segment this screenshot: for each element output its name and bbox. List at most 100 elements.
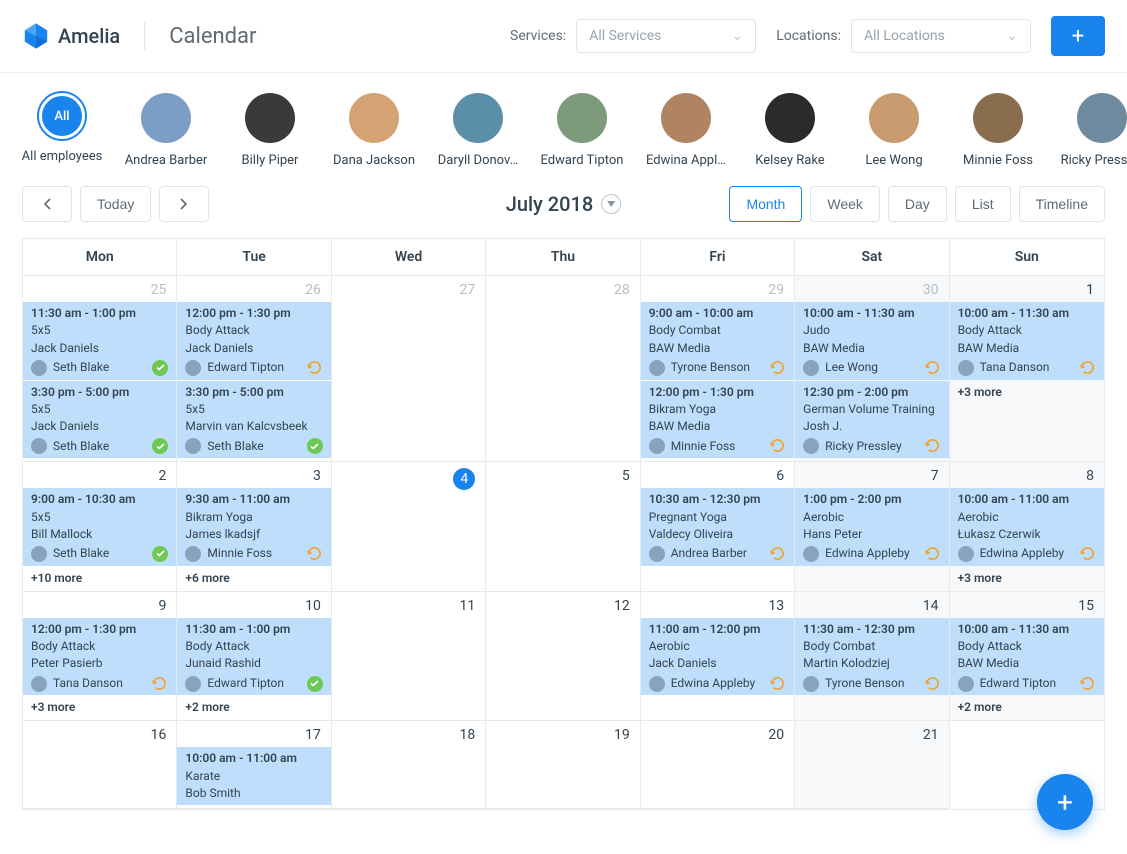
event-time: 1:00 pm - 2:00 pm <box>803 491 940 508</box>
day-cell[interactable]: 71:00 pm - 2:00 pmAerobicHans PeterEdwin… <box>795 462 949 592</box>
more-events-link[interactable]: +10 more <box>23 567 176 589</box>
day-cell[interactable]: 27 <box>332 276 486 462</box>
calendar-event[interactable]: 10:00 am - 11:30 amJudoBAW MediaLee Wong <box>795 302 948 380</box>
calendar-event[interactable]: 12:00 pm - 1:30 pmBody AttackPeter Pasie… <box>23 618 176 696</box>
day-cell[interactable]: 5 <box>486 462 640 592</box>
day-cell[interactable]: 810:00 am - 11:00 amAerobicŁukasz Czerwi… <box>950 462 1104 592</box>
day-cell[interactable]: 3010:00 am - 11:30 amJudoBAW MediaLee Wo… <box>795 276 949 462</box>
employee-filter-minnie[interactable]: Minnie Foss <box>958 93 1038 168</box>
event-service: Body Attack <box>185 322 322 339</box>
employee-filter-edward[interactable]: Edward Tipton <box>542 93 622 168</box>
services-select[interactable]: All Services ⌄ <box>576 19 756 53</box>
more-events-link[interactable]: +2 more <box>950 696 1104 718</box>
employee-filter-edwina[interactable]: Edwina Appl… <box>646 93 726 168</box>
calendar-event[interactable]: 9:00 am - 10:30 am5x5Bill MallockSeth Bl… <box>23 488 176 566</box>
day-cell[interactable]: 19 <box>486 721 640 809</box>
employee-filter-kelsey[interactable]: Kelsey Rake <box>750 93 830 168</box>
more-events-link[interactable]: +3 more <box>950 381 1104 403</box>
day-number: 5 <box>486 462 639 488</box>
more-events-link[interactable]: +3 more <box>950 567 1104 589</box>
month-picker-button[interactable] <box>601 194 621 214</box>
today-button[interactable]: Today <box>80 186 151 222</box>
avatar <box>1077 93 1127 143</box>
view-tab-timeline[interactable]: Timeline <box>1019 186 1105 222</box>
add-button[interactable]: + <box>1051 16 1105 56</box>
calendar-event[interactable]: 10:30 am - 12:30 pmPregnant YogaValdecy … <box>641 488 794 566</box>
locations-select[interactable]: All Locations ⌄ <box>851 19 1031 53</box>
calendar-event[interactable]: 12:30 pm - 2:00 pmGerman Volume Training… <box>795 381 948 459</box>
day-header: Sat <box>795 239 949 276</box>
day-cell[interactable]: 912:00 pm - 1:30 pmBody AttackPeter Pasi… <box>23 592 177 722</box>
employee-filter-billy[interactable]: Billy Piper <box>230 93 310 168</box>
logo[interactable]: Amelia <box>22 22 120 50</box>
day-cell[interactable]: 1311:00 am - 12:00 pmAerobicJack Daniels… <box>641 592 795 722</box>
calendar-event[interactable]: 3:30 pm - 5:00 pm5x5Jack DanielsSeth Bla… <box>23 381 176 459</box>
calendar-event[interactable]: 11:00 am - 12:00 pmAerobicJack DanielsEd… <box>641 618 794 696</box>
day-number: 9 <box>23 592 176 618</box>
locations-label: Locations: <box>776 28 841 44</box>
calendar-event[interactable]: 1:00 pm - 2:00 pmAerobicHans PeterEdwina… <box>795 488 948 566</box>
view-tab-day[interactable]: Day <box>888 186 947 222</box>
fab-add-button[interactable]: + <box>1037 774 1093 830</box>
day-number: 20 <box>641 721 794 747</box>
employee-filter-all[interactable]: AllAll employees <box>22 93 102 168</box>
day-cell[interactable]: 20 <box>641 721 795 809</box>
day-cell[interactable]: 299:00 am - 10:00 amBody CombatBAW Media… <box>641 276 795 462</box>
event-service: Aerobic <box>649 638 786 655</box>
event-time: 10:00 am - 11:30 am <box>958 305 1096 322</box>
avatar <box>958 676 974 692</box>
calendar-event[interactable]: 12:00 pm - 1:30 pmBody AttackJack Daniel… <box>177 302 330 380</box>
attendee-name: Minnie Foss <box>207 545 272 562</box>
day-cell[interactable]: 12 <box>486 592 640 722</box>
day-cell[interactable]: 1510:00 am - 11:30 amBody AttackBAW Medi… <box>950 592 1104 722</box>
view-tab-list[interactable]: List <box>955 186 1011 222</box>
day-cell[interactable]: 18 <box>332 721 486 809</box>
attendee-name: Edwina Appleby <box>980 545 1064 562</box>
view-tab-week[interactable]: Week <box>810 186 880 222</box>
employee-filter-ricky[interactable]: Ricky Pressley <box>1062 93 1127 168</box>
day-cell[interactable]: 4 <box>332 462 486 592</box>
calendar-event[interactable]: 10:00 am - 11:00 amAerobicŁukasz Czerwik… <box>950 488 1104 566</box>
day-cell[interactable]: 1710:00 am - 11:00 amKarateBob Smith <box>177 721 331 809</box>
calendar-event[interactable]: 11:30 am - 12:30 pmBody CombatMartin Kol… <box>795 618 948 696</box>
more-events-link[interactable]: +6 more <box>177 567 330 589</box>
calendar-event[interactable]: 10:00 am - 11:30 amBody AttackBAW MediaE… <box>950 618 1104 696</box>
day-cell[interactable]: 39:30 am - 11:00 amBikram YogaJames lkad… <box>177 462 331 592</box>
avatar <box>973 93 1023 143</box>
calendar-event[interactable]: 9:30 am - 11:00 amBikram YogaJames lkads… <box>177 488 330 566</box>
day-cell[interactable]: 11 <box>332 592 486 722</box>
event-time: 12:30 pm - 2:00 pm <box>803 384 940 401</box>
day-cell[interactable]: 29:00 am - 10:30 am5x5Bill MallockSeth B… <box>23 462 177 592</box>
employee-filter-dana[interactable]: Dana Jackson <box>334 93 414 168</box>
more-events-link[interactable]: +3 more <box>23 696 176 718</box>
day-cell[interactable]: 21 <box>795 721 949 809</box>
calendar-event[interactable]: 10:00 am - 11:00 amKarateBob Smith <box>177 747 330 805</box>
day-cell[interactable]: 2511:30 am - 1:00 pm5x5Jack DanielsSeth … <box>23 276 177 462</box>
day-cell[interactable]: 2612:00 pm - 1:30 pmBody AttackJack Dani… <box>177 276 331 462</box>
calendar-event[interactable]: 11:30 am - 1:00 pm5x5Jack DanielsSeth Bl… <box>23 302 176 380</box>
day-cell[interactable]: 28 <box>486 276 640 462</box>
calendar-event[interactable]: 3:30 pm - 5:00 pm5x5Marvin van Kalcvsbee… <box>177 381 330 459</box>
avatar <box>765 93 815 143</box>
employee-filter-lee[interactable]: Lee Wong <box>854 93 934 168</box>
day-cell[interactable]: 610:30 am - 12:30 pmPregnant YogaValdecy… <box>641 462 795 592</box>
calendar-event[interactable]: 11:30 am - 1:00 pmBody AttackJunaid Rash… <box>177 618 330 696</box>
day-cell[interactable]: 16 <box>23 721 177 809</box>
more-events-link[interactable]: +2 more <box>177 696 330 718</box>
employee-filter-daryll[interactable]: Daryll Donov… <box>438 93 518 168</box>
prev-button[interactable] <box>22 186 72 222</box>
day-cell[interactable]: 1411:30 am - 12:30 pmBody CombatMartin K… <box>795 592 949 722</box>
attendee-name: Seth Blake <box>53 438 109 455</box>
day-cell[interactable]: 110:00 am - 11:30 amBody AttackBAW Media… <box>950 276 1104 462</box>
calendar-event[interactable]: 9:00 am - 10:00 amBody CombatBAW MediaTy… <box>641 302 794 380</box>
avatar <box>869 93 919 143</box>
recurring-icon <box>925 438 940 453</box>
day-cell[interactable]: 1011:30 am - 1:00 pmBody AttackJunaid Ra… <box>177 592 331 722</box>
view-tab-month[interactable]: Month <box>729 186 802 222</box>
next-button[interactable] <box>159 186 209 222</box>
employee-filter-andrea[interactable]: Andrea Barber <box>126 93 206 168</box>
calendar-event[interactable]: 10:00 am - 11:30 amBody AttackBAW MediaT… <box>950 302 1104 380</box>
calendar-event[interactable]: 12:00 pm - 1:30 pmBikram YogaBAW MediaMi… <box>641 381 794 459</box>
day-number: 1 <box>950 276 1104 302</box>
day-number: 7 <box>795 462 948 488</box>
